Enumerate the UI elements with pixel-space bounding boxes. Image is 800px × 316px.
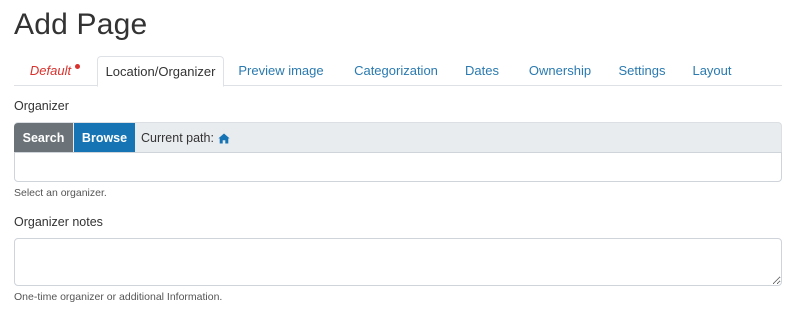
required-indicator (75, 64, 81, 69)
page-title: Add Page (14, 8, 148, 41)
current-path: Current path: (141, 123, 230, 155)
organizer-picker-bar: Search Browse Current path: (14, 122, 782, 155)
current-path-label: Current path: (141, 131, 214, 145)
home-icon[interactable] (218, 125, 230, 155)
tab-settings[interactable]: Settings (612, 56, 672, 86)
organizer-notes-help-text: One-time organizer or additional Informa… (14, 291, 223, 303)
organizer-field[interactable] (14, 152, 782, 182)
organizer-notes-field[interactable] (14, 238, 782, 286)
tab-categorization[interactable]: Categorization (344, 56, 448, 86)
tab-bar: Default Location/Organizer Preview image… (14, 56, 782, 87)
organizer-notes-label: Organizer notes (14, 215, 103, 229)
organizer-label: Organizer (14, 99, 69, 113)
tab-dates[interactable]: Dates (458, 56, 506, 86)
tab-ownership[interactable]: Ownership (520, 56, 600, 86)
tab-preview-image[interactable]: Preview image (234, 56, 328, 86)
browse-button[interactable]: Browse (74, 123, 135, 153)
tab-default[interactable]: Default (14, 56, 96, 86)
search-button[interactable]: Search (14, 123, 73, 153)
tab-location-organizer[interactable]: Location/Organizer (97, 56, 224, 87)
organizer-help-text: Select an organizer. (14, 187, 107, 199)
tab-layout[interactable]: Layout (686, 56, 738, 86)
tab-default-label: Default (29, 63, 72, 78)
